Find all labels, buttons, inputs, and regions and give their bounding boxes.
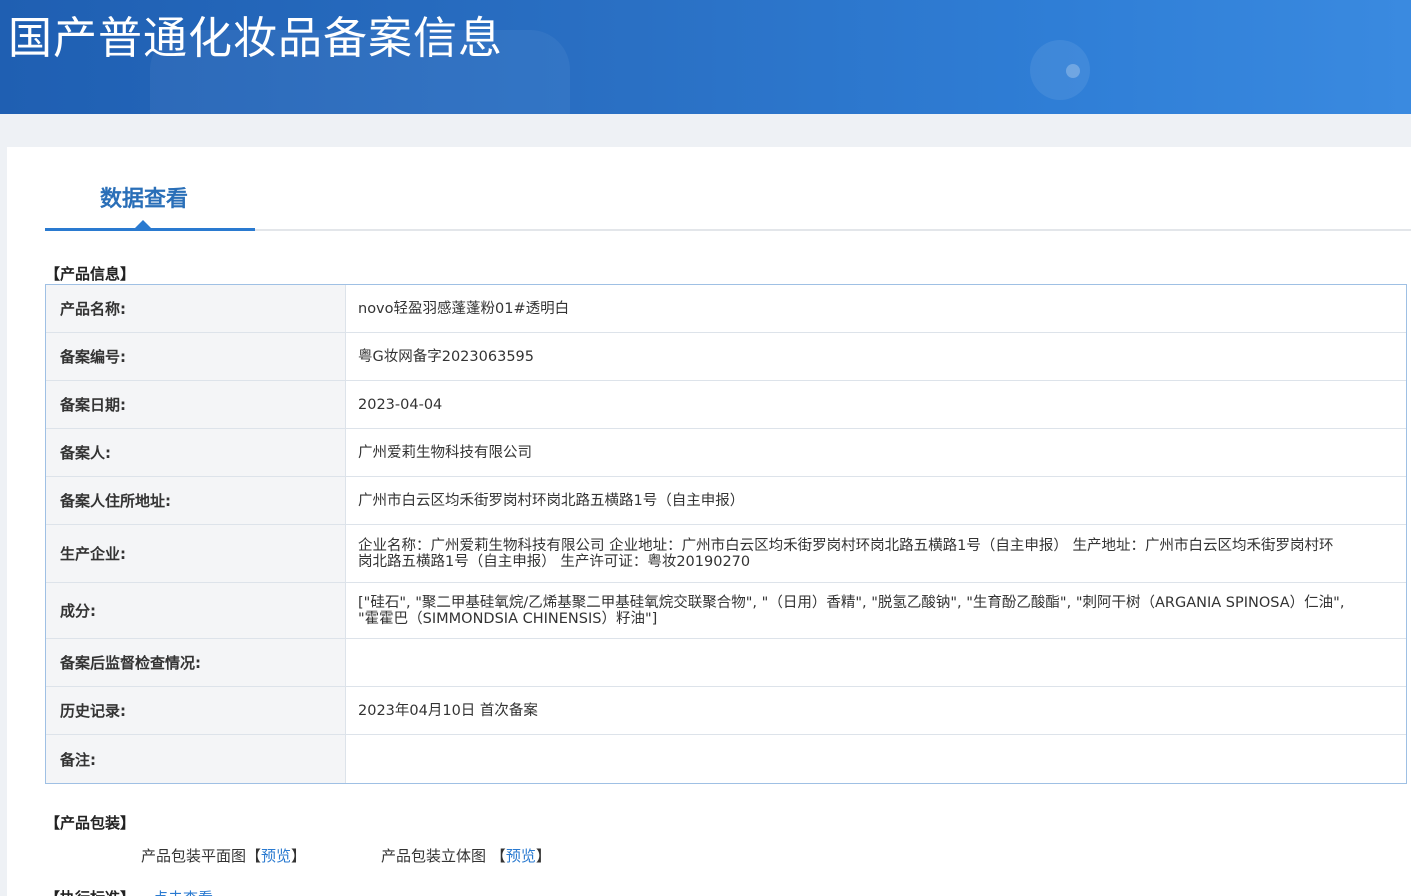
row-value xyxy=(346,735,1406,783)
row-value: 企业名称：广州爱莉生物科技有限公司 企业地址：广州市白云区均禾街罗岗村环岗北路五… xyxy=(358,537,1334,570)
tab-data-view[interactable]: 数据查看 xyxy=(100,181,188,213)
row-label: 产品名称: xyxy=(46,285,346,332)
row-value: novo轻盈羽感蓬蓬粉01#透明白 xyxy=(358,300,570,317)
packaging-section-title: 【产品包装】 xyxy=(45,814,136,832)
packaging-solid-item: 产品包装立体图 【预览】 xyxy=(381,845,551,866)
table-row: 备案人: 广州爱莉生物科技有限公司 xyxy=(46,429,1406,477)
row-value: ["硅石", "聚二甲基硅氧烷/乙烯基聚二甲基硅氧烷交联聚合物", "（日用）香… xyxy=(358,594,1345,627)
bracket-open: 【 xyxy=(246,847,262,865)
row-label: 备注: xyxy=(46,735,346,783)
tab-active-underline xyxy=(45,228,255,231)
packaging-flat-label: 产品包装平面图 xyxy=(141,847,247,865)
packaging-solid-label: 产品包装立体图 xyxy=(381,847,487,865)
banner-decoration xyxy=(1066,64,1080,78)
tab-active-arrow-icon xyxy=(135,220,151,228)
table-row: 备案后监督检查情况: xyxy=(46,639,1406,687)
table-row: 生产企业: 企业名称：广州爱莉生物科技有限公司 企业地址：广州市白云区均禾街罗岗… xyxy=(46,525,1406,583)
packaging-flat-item: 产品包装平面图【预览】 xyxy=(141,845,306,866)
table-row: 备案日期: 2023-04-04 xyxy=(46,381,1406,429)
banner-decoration xyxy=(1030,40,1090,100)
row-label: 备案人住所地址: xyxy=(46,477,346,524)
row-label: 成分: xyxy=(46,583,346,638)
row-value: 2023年04月10日 首次备案 xyxy=(358,702,538,719)
row-value: 广州市白云区均禾街罗岗村环岗北路五横路1号（自主申报） xyxy=(358,492,745,509)
content-card: 数据查看 【产品信息】 产品名称: novo轻盈羽感蓬蓬粉01#透明白 备案编号… xyxy=(7,147,1411,896)
table-row: 成分: ["硅石", "聚二甲基硅氧烷/乙烯基聚二甲基硅氧烷交联聚合物", "（… xyxy=(46,583,1406,639)
product-info-section-title: 【产品信息】 xyxy=(45,265,136,283)
row-value: 2023-04-04 xyxy=(358,396,443,413)
packaging-flat-preview-link[interactable]: 预览 xyxy=(261,847,291,865)
row-value xyxy=(346,639,1406,686)
packaging-solid-preview-link[interactable]: 预览 xyxy=(506,847,536,865)
table-row: 历史记录: 2023年04月10日 首次备案 xyxy=(46,687,1406,735)
standard-view-link[interactable]: 点击查看 xyxy=(153,887,213,896)
bracket-open: 【 xyxy=(490,847,506,865)
standard-section-title: 【执行标准】 xyxy=(45,887,135,896)
page-title: 国产普通化妆品备案信息 xyxy=(8,13,503,64)
table-row: 备注: xyxy=(46,735,1406,783)
row-label: 备案人: xyxy=(46,429,346,476)
row-label: 备案日期: xyxy=(46,381,346,428)
row-label: 备案后监督检查情况: xyxy=(46,639,346,686)
row-label: 历史记录: xyxy=(46,687,346,734)
bracket-close: 】 xyxy=(535,847,551,865)
table-row: 产品名称: novo轻盈羽感蓬蓬粉01#透明白 xyxy=(46,285,1406,333)
header-banner: 国产普通化妆品备案信息 xyxy=(0,0,1411,114)
row-label: 生产企业: xyxy=(46,525,346,582)
row-label: 备案编号: xyxy=(46,333,346,380)
product-info-table: 产品名称: novo轻盈羽感蓬蓬粉01#透明白 备案编号: 粤G妆网备字2023… xyxy=(45,284,1407,784)
bracket-close: 】 xyxy=(291,847,307,865)
table-row: 备案人住所地址: 广州市白云区均禾街罗岗村环岗北路五横路1号（自主申报） xyxy=(46,477,1406,525)
row-value: 粤G妆网备字2023063595 xyxy=(358,348,534,365)
table-row: 备案编号: 粤G妆网备字2023063595 xyxy=(46,333,1406,381)
row-value: 广州爱莉生物科技有限公司 xyxy=(358,444,532,461)
